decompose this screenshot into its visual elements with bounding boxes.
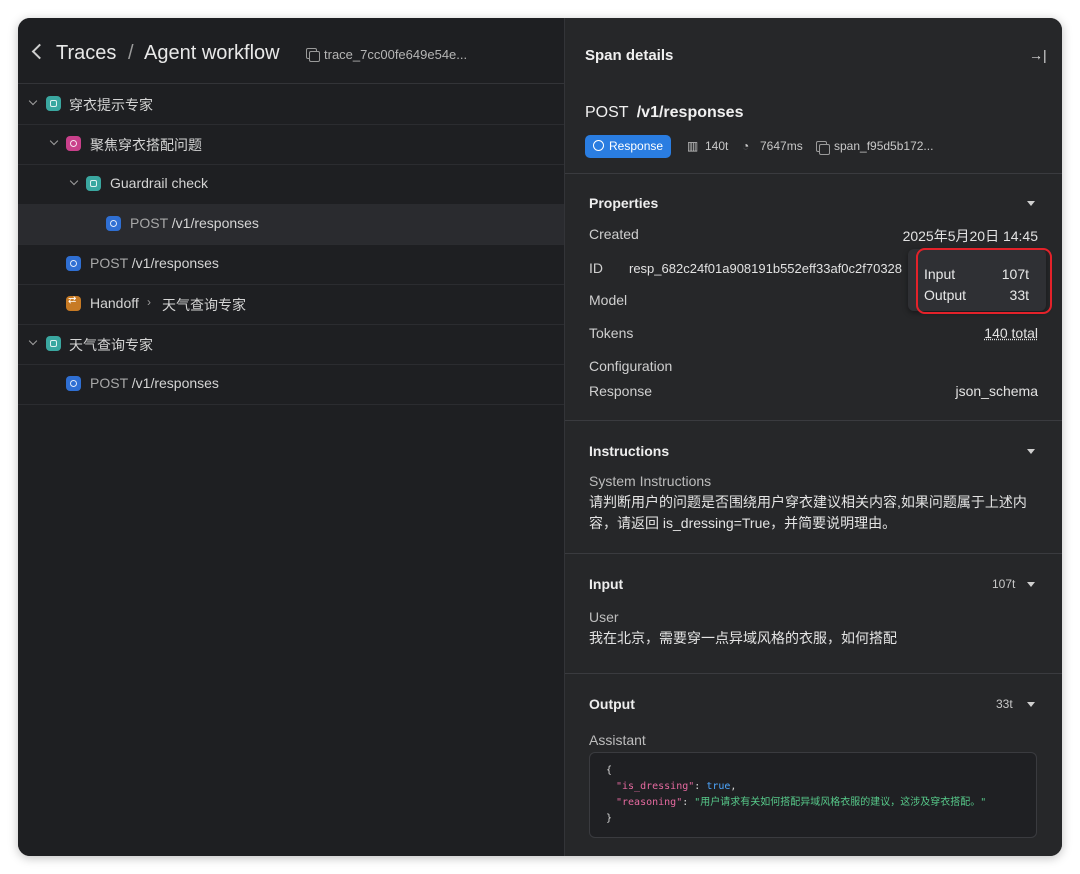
tree-row-label: 穿衣提示专家	[69, 97, 153, 113]
duration-meta: 7647ms	[760, 139, 803, 153]
code-brace: }	[606, 813, 613, 824]
code-value: "用户请求有关如何搭配异域风格衣服的建议，这涉及穿衣搭配。"	[694, 797, 987, 808]
tree-row-agent-dressing[interactable]: 穿衣提示专家	[18, 84, 564, 125]
code-key: "reasoning"	[616, 797, 683, 808]
response-format-label: Response	[589, 383, 653, 399]
id-value[interactable]: resp_682c24f01a908191b552eff33af0c2f7032…	[629, 261, 902, 276]
handoff-target: 天气查询专家	[162, 297, 246, 313]
tree-row-response[interactable]: POST /v1/responses	[18, 244, 564, 285]
system-instructions-label: System Instructions	[589, 473, 712, 489]
caret-down-icon[interactable]	[1027, 449, 1035, 454]
tree-row-label: 天气查询专家	[69, 337, 153, 353]
back-chevron-icon[interactable]	[31, 43, 48, 60]
breadcrumb-separator: /	[128, 42, 134, 64]
highlight-annotation	[916, 248, 1052, 314]
id-label: ID	[589, 260, 603, 276]
breadcrumb-traces-link[interactable]: Traces	[56, 42, 116, 65]
section-title[interactable]: Instructions	[589, 443, 669, 459]
bar-chart-icon: ▥	[687, 139, 699, 153]
tree-row-response-selected[interactable]: POST /v1/responses	[18, 204, 564, 245]
response-icon	[66, 256, 81, 271]
request-path: /v1/responses	[171, 215, 259, 231]
input-section: Input 107t User 我在北京，需要穿一点异域风格的衣服，如何搭配	[565, 553, 1062, 673]
section-title[interactable]: Properties	[589, 195, 658, 211]
tree-row-label: Guardrail check	[110, 175, 209, 191]
guardrail-icon	[66, 136, 81, 151]
app-window: Traces / Agent workflow trace_7cc00fe649…	[18, 18, 1062, 856]
agent-icon	[86, 176, 101, 191]
agent-icon	[46, 96, 61, 111]
system-instructions-text: 请判断用户的问题是否围绕用户穿衣建议相关内容,如果问题属于上述内容，请返回 is…	[589, 494, 1027, 531]
agent-icon	[46, 336, 61, 351]
request-path: /v1/responses	[131, 255, 219, 271]
handoff-icon	[66, 295, 81, 311]
copy-icon[interactable]	[306, 48, 320, 62]
request-method: POST	[130, 215, 168, 231]
tree-row-handoff[interactable]: Handoff › 天气查询专家	[18, 284, 564, 325]
output-token-count: 33t	[996, 697, 1013, 711]
output-role: Assistant	[589, 732, 646, 748]
copy-icon[interactable]	[816, 141, 830, 155]
tree-row-agent-weather[interactable]: 天气查询专家	[18, 324, 564, 365]
code-brace: {	[606, 765, 613, 776]
caret-down-icon[interactable]	[1027, 582, 1035, 587]
tokens-total[interactable]: 140 total	[984, 325, 1038, 341]
caret-down-icon[interactable]	[1027, 201, 1035, 206]
request-method: POST	[90, 375, 128, 391]
code-key: "is_dressing"	[616, 781, 695, 792]
tree-row-label: 聚焦穿衣搭配问题	[90, 137, 202, 153]
tree-row-label: POST /v1/responses	[90, 255, 219, 271]
tokens-meta: 140t	[705, 139, 729, 153]
trace-id[interactable]: trace_7cc00fe649e54e...	[324, 47, 467, 62]
span-details-panel: Span details →| POST /v1/responses Respo…	[564, 18, 1062, 856]
response-badge: Response	[585, 135, 672, 158]
response-icon	[66, 376, 81, 391]
span-id[interactable]: span_f95d5b172...	[834, 139, 933, 153]
request-path: /v1/responses	[131, 375, 219, 391]
tree-row-label: POST /v1/responses	[90, 375, 219, 391]
output-code-block[interactable]: { "is_dressing": true, "reasoning": "用户请…	[589, 752, 1037, 838]
tree-row-label: POST /v1/responses	[130, 215, 259, 231]
panel-title: Span details	[585, 47, 674, 64]
request-path: /v1/responses	[636, 104, 744, 121]
breadcrumb: Traces / Agent workflow trace_7cc00fe649…	[18, 18, 564, 84]
tokens-label: Tokens	[589, 325, 634, 341]
chevron-down-icon[interactable]	[28, 336, 38, 346]
request-method: POST	[90, 255, 128, 271]
breadcrumb-current: Agent workflow	[144, 42, 280, 64]
tree-row-label: Handoff	[90, 295, 139, 311]
instructions-section: Instructions System Instructions 请判断用户的问…	[565, 420, 1062, 553]
code-line: "reasoning": "用户请求有关如何搭配异域风格衣服的建议，这涉及穿衣搭…	[616, 797, 987, 808]
input-role: User	[589, 609, 619, 625]
chevron-down-icon[interactable]	[28, 96, 38, 106]
badge-label: Response	[609, 139, 664, 153]
request-title: POST /v1/responses	[585, 104, 743, 122]
created-label: Created	[589, 226, 639, 242]
collapse-panel-icon[interactable]: →|	[1029, 47, 1047, 63]
trace-tree-panel: Traces / Agent workflow trace_7cc00fe649…	[18, 18, 564, 856]
response-icon	[593, 140, 604, 151]
configuration-label: Configuration	[589, 358, 673, 374]
response-format-value: json_schema	[955, 383, 1039, 399]
chevron-right-icon: ›	[147, 295, 151, 309]
section-title[interactable]: Output	[589, 696, 635, 712]
input-text: 我在北京，需要穿一点异域风格的衣服，如何搭配	[589, 630, 897, 646]
input-token-count: 107t	[992, 577, 1016, 591]
code-line: "is_dressing": true,	[616, 781, 737, 792]
chevron-down-icon[interactable]	[69, 176, 79, 186]
chevron-down-icon[interactable]	[49, 136, 59, 146]
tree-row-guardrail[interactable]: 聚焦穿衣搭配问题	[18, 124, 564, 165]
section-title[interactable]: Input	[589, 576, 623, 592]
response-icon	[106, 216, 121, 231]
created-value: 2025年5月20日 14:45	[902, 228, 1038, 244]
code-value: true	[706, 781, 731, 792]
model-label: Model	[589, 292, 628, 308]
tree-row-response[interactable]: POST /v1/responses	[18, 364, 564, 405]
speedometer-icon: ◔	[742, 139, 750, 153]
request-method: POST	[585, 104, 629, 121]
caret-down-icon[interactable]	[1027, 702, 1035, 707]
tree-row-guardrail-check[interactable]: Guardrail check	[18, 164, 564, 205]
